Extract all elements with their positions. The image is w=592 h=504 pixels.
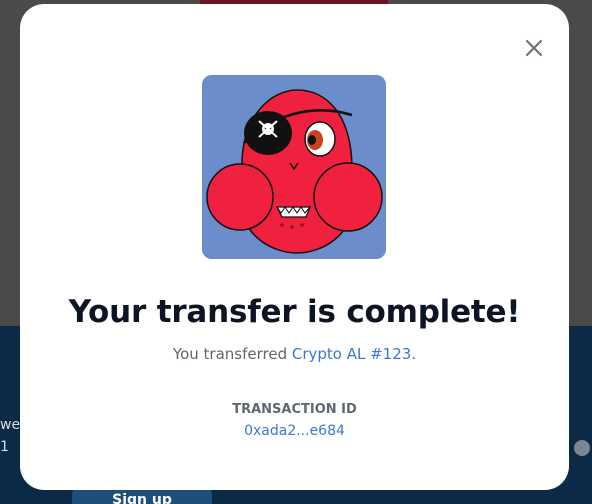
item-name-link[interactable]: Crypto AL #123 xyxy=(292,345,411,363)
transfer-summary-prefix: You transferred xyxy=(172,345,292,363)
pirate-nft-artwork xyxy=(202,75,386,259)
background-text-line-2: 1 xyxy=(0,439,9,455)
background-text: we 1 xyxy=(0,414,20,458)
close-button[interactable] xyxy=(520,34,548,62)
background-social-icon xyxy=(574,440,590,456)
background-signup-button: Sign up xyxy=(72,488,212,504)
transfer-summary-suffix: . xyxy=(411,345,417,363)
modal-title: Your transfer is complete! xyxy=(68,294,521,330)
nft-image xyxy=(202,75,386,259)
transfer-summary: You transferred Crypto AL #123. xyxy=(20,345,569,363)
transaction-id-link[interactable]: 0xada2...e684 xyxy=(20,423,569,439)
close-icon xyxy=(525,39,543,57)
background-text-line-1: we xyxy=(0,417,21,433)
transfer-complete-modal: Your transfer is complete! You transferr… xyxy=(20,4,569,490)
transaction-id-label: TRANSACTION ID xyxy=(232,402,357,417)
